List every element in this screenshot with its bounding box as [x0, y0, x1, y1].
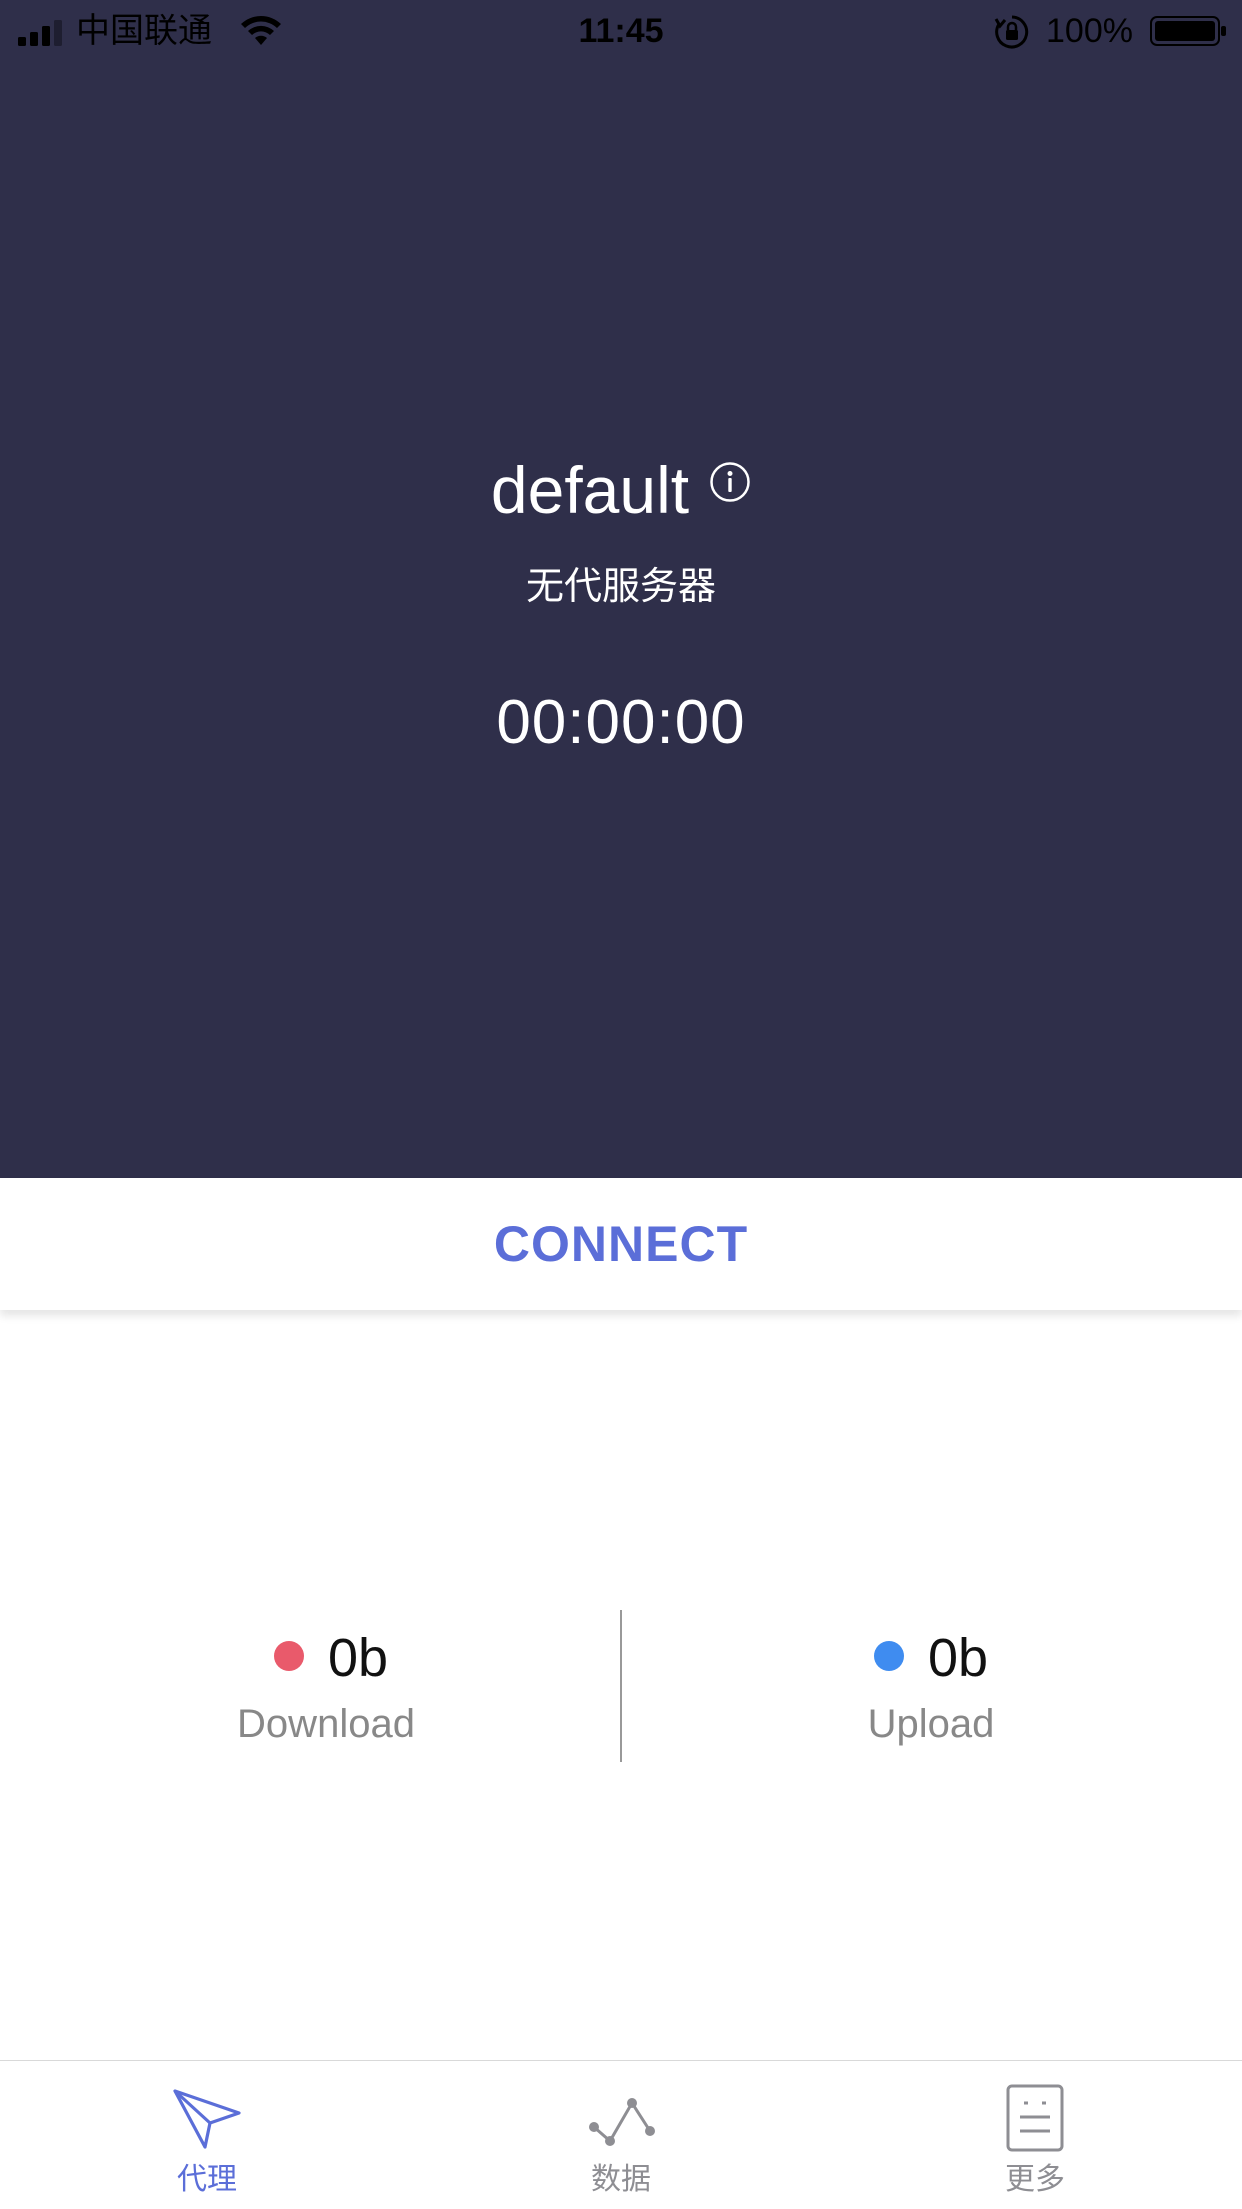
tab-data[interactable]: 数据	[414, 2061, 828, 2209]
tab-more[interactable]: 更多	[828, 2061, 1242, 2209]
info-icon[interactable]	[709, 461, 751, 503]
connect-label: CONNECT	[493, 1216, 749, 1272]
tab-data-label: 数据	[591, 2163, 651, 2196]
upload-dot-icon	[873, 1640, 904, 1671]
line-graph-icon	[589, 2098, 655, 2146]
battery-percentage: 100%	[1046, 12, 1133, 50]
upload-stat: 0b Upload	[621, 1610, 1242, 1762]
upload-value: 0b	[927, 1628, 989, 1688]
upload-label: Upload	[867, 1702, 995, 1746]
tab-more-label: 更多	[1005, 2163, 1065, 2196]
orientation-lock-icon	[994, 15, 1029, 49]
document-icon	[1006, 2084, 1064, 2152]
profile-header: default	[0, 448, 1242, 532]
battery-icon	[1150, 16, 1226, 46]
profile-name: default	[490, 453, 690, 527]
download-dot-icon	[273, 1640, 304, 1671]
hero-panel: 中国联通 11:45 100% default 无代服务器 00:00:00	[0, 0, 1242, 1178]
paper-plane-icon	[173, 2089, 241, 2149]
stats-divider	[620, 1610, 622, 1762]
connection-timer: 00:00:00	[496, 688, 746, 757]
status-bar: 中国联通 11:45 100%	[0, 0, 1242, 62]
tab-bar: 代理 数据 更多	[0, 2060, 1242, 2209]
server-name: 无代服务器	[525, 566, 716, 608]
tab-proxy[interactable]: 代理	[0, 2061, 414, 2209]
tab-proxy-label: 代理	[177, 2163, 237, 2196]
upload-value-row: 0b	[310, 1626, 1242, 1690]
connect-button[interactable]: CONNECT	[0, 1178, 1242, 1310]
